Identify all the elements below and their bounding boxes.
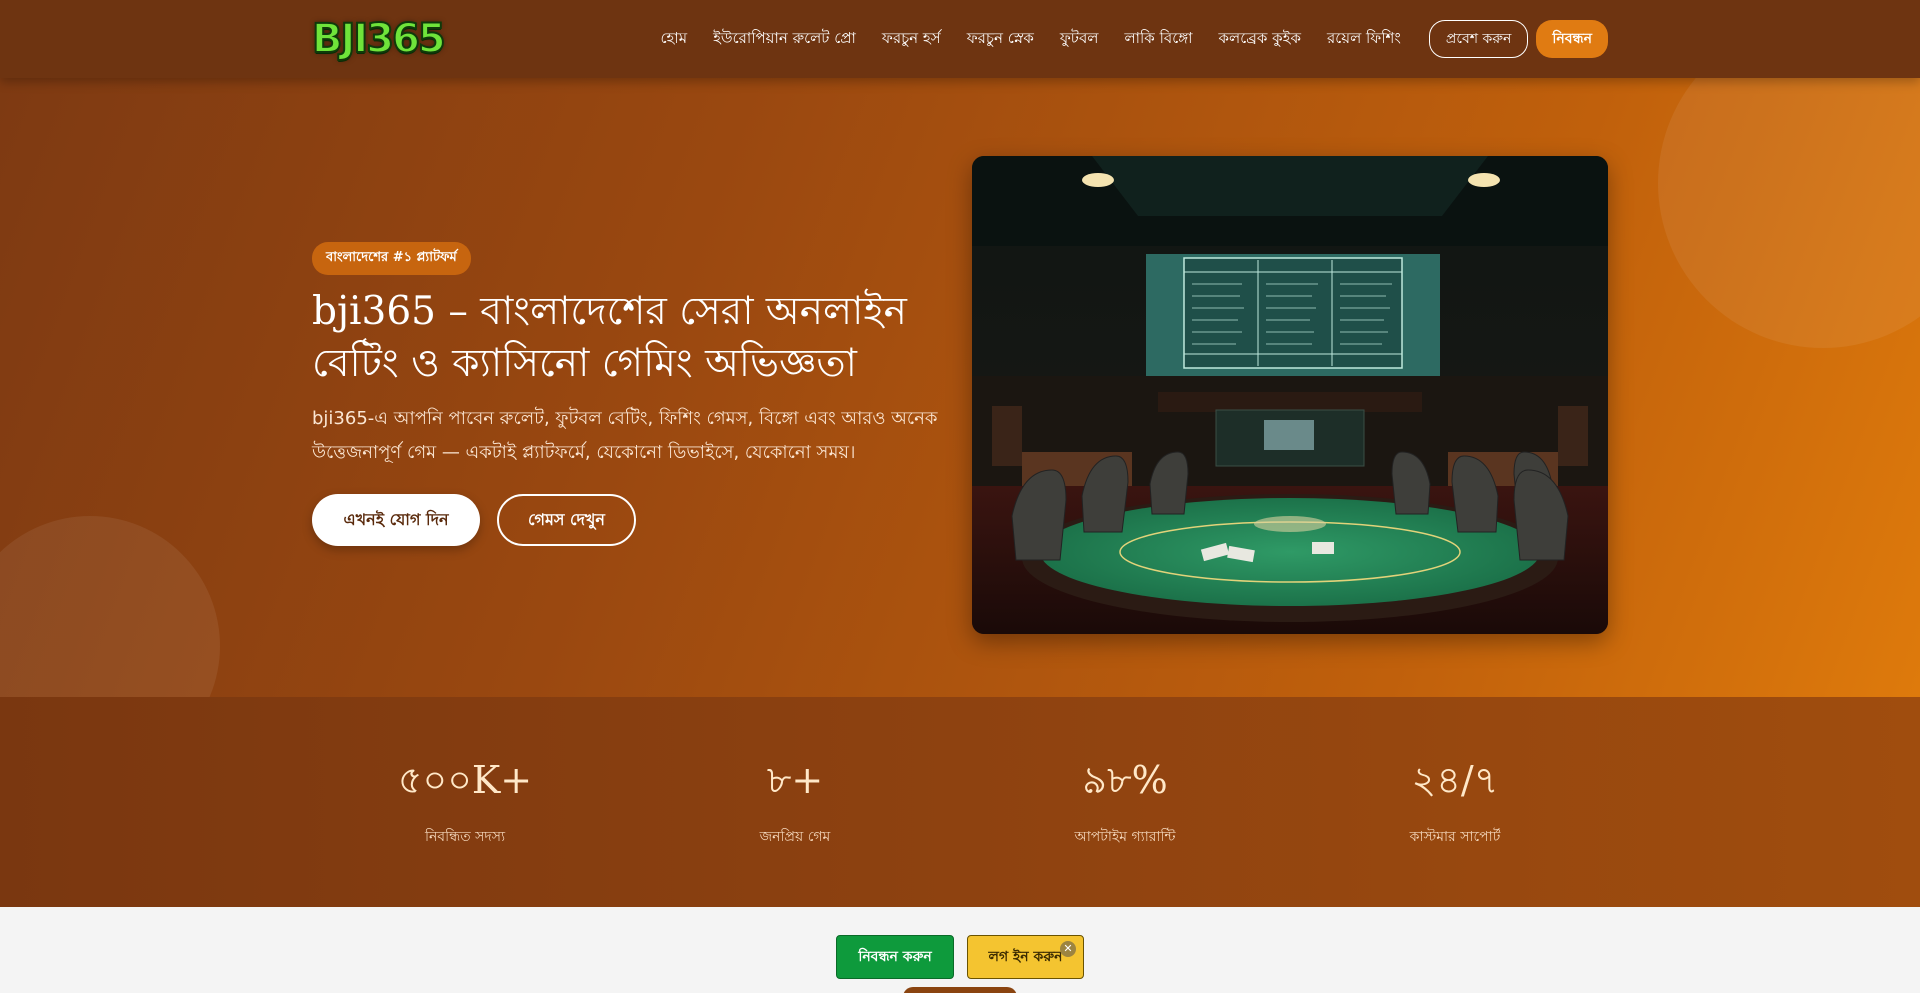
nav-item-fortune-snake[interactable]: ফরচুন স্নেক [967, 27, 1034, 52]
nav-item-home[interactable]: হোম [660, 27, 687, 52]
main-nav: হোম ইউরোপিয়ান রুলেট প্রো ফরচুন হর্স ফরচ… [634, 27, 1400, 52]
header-inner: BJI365 হোম ইউরোপিয়ান রুলেট প্রো ফরচুন হ… [311, 0, 1608, 78]
header-right: হোম ইউরোপিয়ান রুলেট প্রো ফরচুন হর্স ফরচ… [634, 20, 1608, 58]
auth-buttons: প্রবেশ করুন নিবন্ধন [1428, 20, 1608, 58]
nav-item-european-roulette[interactable]: ইউরোপিয়ান রুলেট প্রো [713, 27, 856, 52]
stat-support: ২৪/৭ কাস্টমার সাপোর্ট [1335, 757, 1575, 849]
stat-uptime: ৯৮% আপটাইম গ্যারান্টি [1005, 757, 1245, 849]
stat-games: ৮+ জনপ্রিয় গেম [675, 757, 915, 849]
stat-label: কাস্টমার সাপোর্ট [1409, 829, 1501, 845]
nav-item-callbreak-quick[interactable]: কলব্রেক কুইক [1219, 27, 1301, 52]
stat-label: নিবন্ধিত সদস্য [424, 829, 506, 845]
site-logo[interactable]: BJI365 [311, 15, 447, 63]
stat-label: জনপ্রিয় গেম [759, 829, 831, 845]
hero-section: বাংলাদেশের #১ প্ল্যাটফর্ম bji365 – বাংলা… [0, 78, 1920, 697]
register-button[interactable]: নিবন্ধন [1536, 20, 1608, 58]
hero-title: bji365 – বাংলাদেশের সেরা অনলাইন বেটিং ও … [312, 289, 907, 386]
scroll-peek-element [903, 987, 1017, 993]
platform-badge: বাংলাদেশের #১ প্ল্যাটফর্ম [312, 242, 471, 275]
stat-value: ৫০০K+ [397, 758, 533, 802]
nav-item-lucky-bingo[interactable]: লাকি বিঙ্গো [1124, 27, 1192, 52]
nav-item-royal-fishing[interactable]: রয়েল ফিশিং [1327, 27, 1401, 52]
sticky-register-button[interactable]: নিবন্ধন করুন [836, 935, 954, 979]
site-header: BJI365 হোম ইউরোপিয়ান রুলেট প্রো ফরচুন হ… [0, 0, 1920, 78]
stat-value: ২৪/৭ [1411, 758, 1499, 802]
stat-members: ৫০০K+ নিবন্ধিত সদস্য [345, 757, 585, 849]
decorative-circle [1658, 78, 1920, 348]
nav-item-football[interactable]: ফুটবল [1060, 27, 1099, 52]
sticky-cta-bar: নিবন্ধন করুন লগ ইন করুন ✕ [0, 907, 1920, 993]
decorative-circle [0, 516, 220, 697]
stat-value: ৯৮% [1082, 758, 1168, 802]
stat-label: আপটাইম গ্যারান্টি [1074, 829, 1176, 845]
join-now-button[interactable]: এখনই যোগ দিন [312, 494, 480, 546]
casino-table-image [972, 156, 1608, 634]
close-icon[interactable]: ✕ [1060, 941, 1076, 957]
stat-value: ৮+ [766, 758, 824, 802]
hero-description: bji365-এ আপনি পাবেন রুলেট, ফুটবল বেটিং, … [312, 408, 938, 463]
stats-section: ৫০০K+ নিবন্ধিত সদস্য ৮+ জনপ্রিয় গেম ৯৮%… [0, 697, 1920, 907]
logo-text: BJI365 [311, 15, 447, 63]
login-button[interactable]: প্রবেশ করুন [1428, 20, 1529, 58]
nav-item-fortune-horse[interactable]: ফরচুন হর্স [882, 27, 941, 52]
casino-room-illustration [972, 156, 1608, 634]
view-games-button[interactable]: গেমস দেখুন [497, 494, 636, 546]
